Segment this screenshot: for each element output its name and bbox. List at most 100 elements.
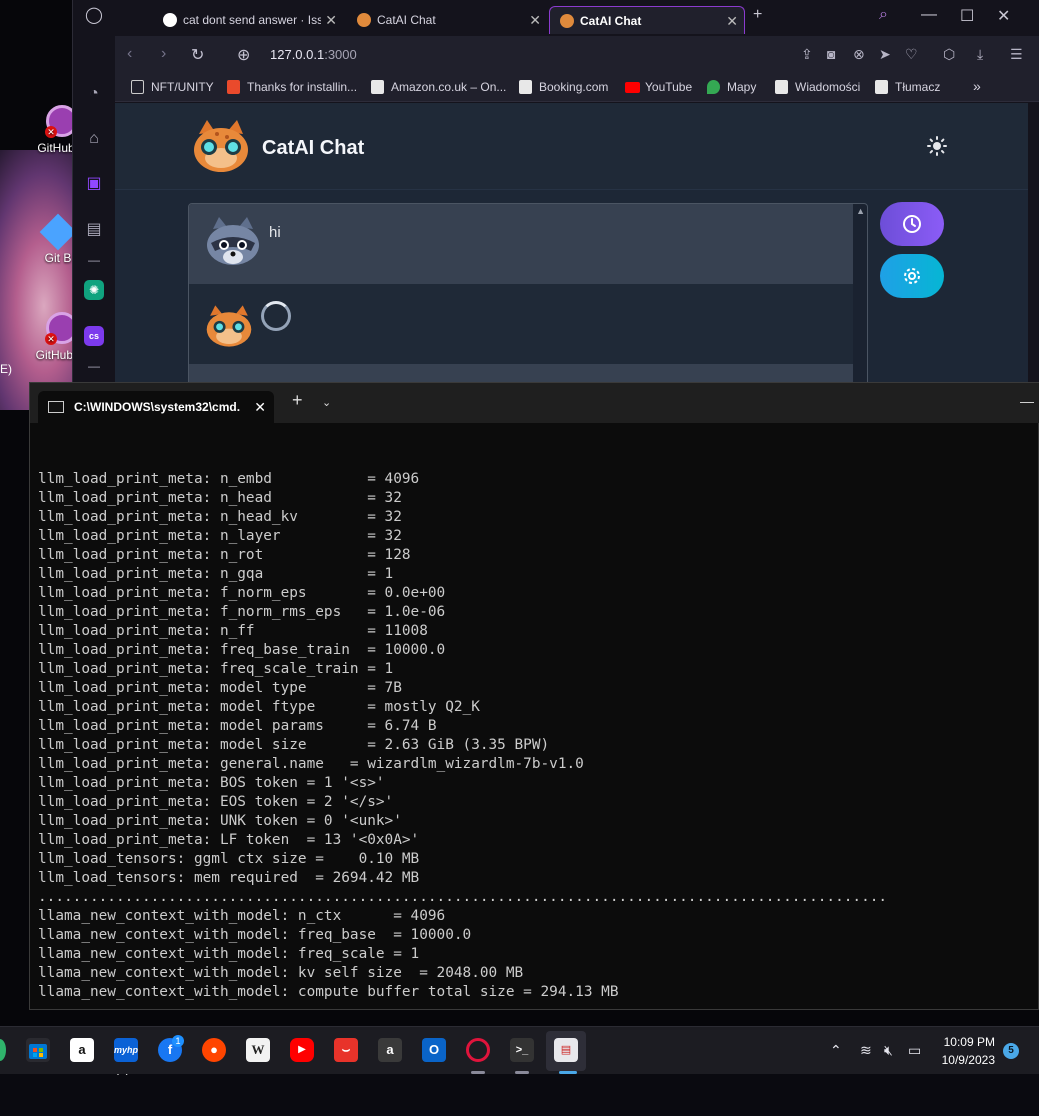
close-tab-icon[interactable]: ✕ — [254, 391, 266, 423]
terminal-output[interactable]: llm_load_print_meta: n_embd = 4096 llm_lo… — [38, 432, 1028, 1116]
download-icon[interactable]: ⤓ — [977, 46, 983, 63]
cmd-icon — [48, 401, 64, 413]
new-tab-icon[interactable]: + — [753, 6, 762, 24]
terminal-line: llm_load_print_meta: n_rot = 128 — [38, 547, 411, 563]
shopping-icon[interactable]: ⌂ — [84, 129, 104, 149]
search-tabs-icon[interactable]: ⌕ — [879, 6, 888, 24]
settings-button[interactable] — [880, 254, 944, 298]
battery-icon[interactable]: ▭ — [908, 1042, 921, 1059]
catai-favicon-icon — [560, 14, 574, 28]
crypto-wallet-icon[interactable]: ▤ — [84, 220, 104, 240]
next-message-row — [189, 364, 853, 382]
terminal-line: llm_load_print_meta: n_embd = 4096 — [38, 471, 420, 487]
opera-browser-icon[interactable] — [466, 1038, 490, 1062]
amazon-icon[interactable]: a — [70, 1038, 94, 1062]
send-icon[interactable]: ➤ — [879, 46, 891, 63]
history-button[interactable] — [880, 202, 944, 246]
terminal-line: llama_new_context_with_model: compute bu… — [38, 984, 619, 1000]
aliexpress-icon[interactable]: ⌣ — [334, 1038, 358, 1062]
tab-catai-chat[interactable]: CatAI Chat ✕ — [347, 6, 547, 34]
bookmark-youtube[interactable]: YouTube — [625, 80, 692, 94]
bot-cat-avatar-icon — [206, 305, 252, 347]
terminal-tab[interactable]: C:\WINDOWS\system32\cmd. ✕ — [38, 391, 274, 423]
terminal-line: llm_load_tensors: ggml ctx size = 0.10 M… — [38, 851, 420, 867]
volume-muted-icon[interactable]: 🔇︎ — [884, 1042, 893, 1059]
terminal-line: llama_new_context_with_model: n_ctx = 40… — [38, 908, 446, 924]
forward-icon[interactable]: › — [161, 45, 166, 63]
folder-icon — [131, 80, 144, 94]
close-window-icon[interactable]: ✕ — [997, 6, 1010, 26]
catai-favicon-icon — [357, 13, 371, 27]
bookmark-mapy[interactable]: Mapy — [707, 80, 756, 94]
scroll-up-arrow-icon[interactable]: ▲ — [856, 206, 865, 216]
snapshot-icon[interactable]: ◙ — [827, 46, 835, 62]
reload-icon[interactable]: ↻ — [191, 45, 204, 65]
minimize-icon[interactable]: — — [921, 6, 937, 24]
share-icon[interactable]: ⇪ — [801, 46, 813, 63]
show-hidden-icons-chevron-up-icon[interactable]: ⌃ — [830, 1042, 842, 1059]
bookmark-booking[interactable]: Booking.com — [519, 80, 608, 94]
clock-date[interactable]: 10/9/2023 — [940, 1053, 995, 1067]
terminal-line: llm_load_print_meta: freq_base_train = 1… — [38, 642, 446, 658]
terminal-line: llm_load_print_meta: f_norm_eps = 0.0e+0… — [38, 585, 446, 601]
terminal-line: llm_load_print_meta: n_gqa = 1 — [38, 566, 394, 582]
new-tab-icon[interactable]: + — [292, 390, 303, 411]
close-tab-icon[interactable]: ✕ — [321, 6, 337, 34]
bookmarks-overflow-icon[interactable]: » — [973, 78, 981, 94]
page-icon — [227, 80, 240, 94]
chatgpt-icon[interactable]: ✺ — [84, 280, 104, 300]
terminal-line: llm_load_print_meta: model type = 7B — [38, 680, 402, 696]
outlook-icon[interactable]: O — [422, 1038, 446, 1062]
tab-label: CatAI Chat — [580, 14, 642, 28]
tab-catai-chat-active[interactable]: CatAI Chat ✕ — [549, 6, 745, 34]
terminal-line: llm_load_print_meta: EOS token = 2 '</s>… — [38, 794, 394, 810]
myhp-icon[interactable]: myhp — [114, 1038, 138, 1062]
opera-logo-icon[interactable]: ◯ — [84, 6, 104, 26]
close-tab-icon[interactable]: ✕ — [726, 7, 738, 34]
microsoft-store-icon[interactable] — [26, 1038, 50, 1062]
amazon-shopping-icon[interactable]: a — [378, 1038, 402, 1062]
chatsonic-icon[interactable]: cs — [84, 326, 104, 346]
bookmark-amazon[interactable]: Amazon.co.uk – On... — [371, 80, 506, 94]
terminal-line: llm_load_print_meta: LF token = 13 '<0x0… — [38, 832, 420, 848]
youtube-icon[interactable]: ▶ — [290, 1038, 314, 1062]
desktop-edge-label: E) — [0, 362, 12, 376]
terminal-lines: llm_load_print_meta: n_embd = 4096 llm_lo… — [38, 470, 1028, 1002]
twitch-icon[interactable]: ▣ — [84, 174, 104, 194]
close-tab-icon[interactable]: ✕ — [529, 6, 541, 34]
terminal-line: llm_load_print_meta: n_head = 32 — [38, 490, 402, 506]
address-bar: ‹ › ↻ ⊕ 127.0.0.1:3000 ⇪ ◙ ⊗ ➤ ♡ ⬡ ⤓ ☰ ☺ — [115, 36, 1039, 74]
speed-dial-icon[interactable]: ◔ — [84, 84, 104, 104]
tab-github-issue[interactable]: cat dont send answer · Issu ✕ — [153, 6, 343, 34]
site-info-icon[interactable]: ⊕ — [237, 45, 250, 65]
back-icon[interactable]: ‹ — [127, 45, 132, 63]
tab-label: cat dont send answer · Issu — [183, 13, 330, 27]
minimize-icon[interactable]: — — [1020, 393, 1034, 409]
maximize-icon[interactable]: ☐ — [960, 6, 974, 26]
widgets-icon[interactable] — [0, 1039, 6, 1061]
chat-panel[interactable]: hi ▲ — [188, 203, 868, 382]
terminal-line: llama_new_context_with_model: freq_scale… — [38, 946, 420, 962]
terminal-app-icon[interactable]: >_ — [510, 1038, 534, 1062]
clock-time[interactable]: 10:09 PM — [940, 1035, 995, 1049]
sun-theme-toggle-icon[interactable] — [927, 136, 947, 156]
bookmark-tlumacz[interactable]: Tłumacz — [875, 80, 940, 94]
chevron-down-icon[interactable]: ⌄ — [322, 396, 331, 409]
bookmark-thanks[interactable]: Thanks for installin... — [227, 80, 357, 94]
wifi-icon[interactable]: ≋ — [860, 1042, 872, 1059]
reddit-icon[interactable]: ● — [202, 1038, 226, 1062]
url-field[interactable]: 127.0.0.1:3000 — [270, 47, 357, 62]
extensions-icon[interactable]: ⬡ — [943, 46, 955, 63]
active-app-icon[interactable]: ▤ — [554, 1038, 578, 1062]
page-icon — [371, 80, 384, 94]
bookmark-wiadomosci[interactable]: Wiadomości — [775, 80, 860, 94]
easy-setup-icon[interactable]: ☰ — [1010, 46, 1023, 63]
terminal-tab-title: C:\WINDOWS\system32\cmd. — [74, 400, 241, 414]
notification-count-badge[interactable]: 5 — [1003, 1043, 1019, 1059]
heart-icon[interactable]: ♡ — [905, 46, 918, 63]
bookmark-nft-unity[interactable]: NFT/UNITY — [131, 80, 214, 94]
adblock-icon[interactable]: ⊗ — [853, 46, 865, 63]
wikipedia-icon[interactable]: W — [246, 1038, 270, 1062]
terminal-line: llm_load_print_meta: n_head_kv = 32 — [38, 509, 402, 525]
catai-page: CatAI Chat hi ▲ — [115, 103, 1028, 382]
